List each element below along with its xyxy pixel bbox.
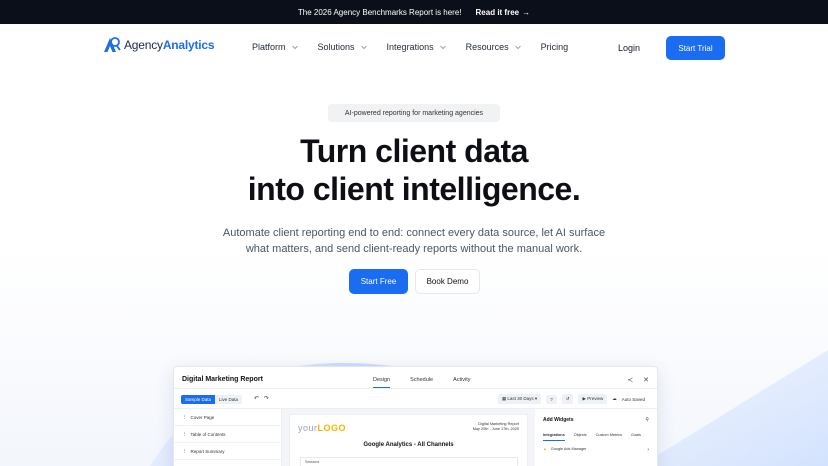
nav-item-integrations[interactable]: Integrations bbox=[387, 42, 448, 52]
google-ads-icon: ▲ bbox=[543, 447, 547, 451]
hero-subheading-line1: Automate client reporting end to end: co… bbox=[222, 227, 606, 239]
report-section-title: Google Analytics - All Channels bbox=[363, 442, 454, 448]
nav-item-label: Resources bbox=[465, 42, 509, 52]
sidebar-item-table-of-contents[interactable]: ⋮ Table of Contents bbox=[174, 426, 281, 443]
calendar-icon: ▦ bbox=[501, 396, 507, 401]
sample-data-toggle[interactable]: Sample Data bbox=[181, 395, 216, 404]
cloud-icon: ☁ bbox=[612, 396, 617, 401]
report-page: yourLOGO Digital Marketing Report May 20… bbox=[289, 414, 528, 466]
report-meta-dates: May 20th - June 17th, 2025 bbox=[472, 427, 519, 431]
nav-item-platform[interactable]: Platform bbox=[252, 42, 300, 52]
drag-handle-icon: ⋮ bbox=[182, 448, 187, 453]
close-icon[interactable]: ✕ bbox=[643, 376, 649, 384]
nav-item-label: Pricing bbox=[540, 42, 569, 52]
drag-handle-icon: ⋮ bbox=[182, 431, 187, 436]
search-icon[interactable]: ⚲ bbox=[645, 417, 649, 423]
nav-item-label: Integrations bbox=[386, 42, 434, 52]
editor-topbar: Digital Marketing Report Design Schedule… bbox=[174, 367, 657, 389]
tab-integrations[interactable]: Integrations bbox=[543, 433, 565, 441]
report-canvas: yourLOGO Digital Marketing Report May 20… bbox=[282, 409, 535, 466]
sidebar-item-report-summary[interactable]: ⋮ Report Summary bbox=[174, 443, 281, 460]
report-editor-preview: Digital Marketing Report Design Schedule… bbox=[173, 366, 658, 466]
brand-logo[interactable]: AgencyAnalytics bbox=[103, 37, 215, 53]
widget-tabs: Integrations Objects Custom Metrics Goal… bbox=[543, 433, 641, 441]
undo-redo: ↶ ↷ bbox=[254, 395, 269, 402]
sidebar-item-label: Report Summary bbox=[190, 448, 225, 454]
nav-item-solutions[interactable]: Solutions bbox=[318, 42, 369, 52]
sidebar-item-label: Table of Contents bbox=[190, 431, 226, 437]
nav-item-label: Solutions bbox=[317, 42, 355, 52]
help-icon[interactable]: ? bbox=[546, 394, 557, 404]
drag-handle-icon: ⋮ bbox=[182, 414, 187, 419]
report-logo-text: your bbox=[298, 423, 318, 433]
chevron-down-icon bbox=[291, 45, 298, 50]
preview-button[interactable]: ▶ Preview bbox=[578, 394, 608, 404]
announcement-bar: The 2026 Agency Benchmarks Report is her… bbox=[0, 0, 828, 24]
toolbar-right: ▦ Last 30 Days ▾ ? ↺ ▶ Preview ☁ Auto Sa… bbox=[497, 394, 645, 404]
report-meta: Digital Marketing Report May 20th - June… bbox=[473, 422, 519, 432]
autosave-status: Auto Saved bbox=[621, 396, 645, 402]
nav-item-label: Platform bbox=[252, 42, 286, 52]
history-icon[interactable]: ↺ bbox=[561, 394, 574, 404]
widget-item-label: Google Ads Manager bbox=[550, 447, 587, 451]
nav-item-resources[interactable]: Resources bbox=[466, 42, 523, 52]
tab-schedule[interactable]: Schedule bbox=[410, 377, 433, 388]
add-widgets-panel: Add Widgets ⚲ Integrations Objects Custo… bbox=[535, 409, 657, 466]
editor-toolbar: Sample Data Live Data ↶ ↷ ▦ Last 30 Days… bbox=[174, 389, 657, 409]
editor-top-icons: ≺ ✕ bbox=[627, 376, 649, 384]
chevron-down-icon bbox=[360, 45, 367, 50]
book-demo-button[interactable]: Book Demo bbox=[415, 269, 480, 294]
brand-wordmark: AgencyAnalytics bbox=[124, 38, 215, 52]
report-logo: yourLOGO bbox=[298, 423, 346, 433]
preview-label: Preview bbox=[587, 396, 604, 401]
data-toggle: Sample Data Live Data bbox=[181, 395, 243, 404]
tab-custom-metrics[interactable]: Custom Metrics bbox=[596, 433, 622, 441]
hero-tagline-pill: AI-powered reporting for marketing agenc… bbox=[328, 104, 500, 122]
sessions-widget[interactable]: Sessions bbox=[300, 457, 518, 466]
tab-activity[interactable]: Activity bbox=[453, 377, 470, 388]
live-data-toggle[interactable]: Live Data bbox=[215, 395, 243, 404]
chevron-down-icon bbox=[514, 45, 521, 50]
tab-objects[interactable]: Objects bbox=[574, 433, 587, 441]
arrow-right-icon: → bbox=[522, 7, 531, 17]
undo-icon[interactable]: ↶ bbox=[254, 395, 259, 402]
nav-item-pricing[interactable]: Pricing bbox=[541, 42, 569, 52]
nav-menu: Platform Solutions Integrations Resource… bbox=[252, 42, 586, 52]
announcement-link[interactable]: Read it free → bbox=[476, 8, 531, 17]
brand-name-part2: Analytics bbox=[162, 38, 215, 52]
date-range-label: Last 30 Days bbox=[507, 396, 534, 401]
sessions-label: Sessions bbox=[305, 460, 320, 464]
hero-headline-line2: into client intelligence. bbox=[247, 171, 581, 207]
add-widgets-title: Add Widgets bbox=[543, 417, 574, 423]
hero-subheading: Automate client reporting end to end: co… bbox=[214, 225, 614, 257]
sidebar-item-label: Cover Page bbox=[190, 414, 215, 420]
report-title: Digital Marketing Report bbox=[182, 376, 263, 383]
date-range-select[interactable]: ▦ Last 30 Days ▾ bbox=[497, 394, 542, 404]
chevron-down-icon bbox=[439, 45, 446, 50]
report-logo-accent: LOGO bbox=[317, 423, 347, 433]
widget-item-google-ads[interactable]: ▲ Google Ads Manager bbox=[543, 447, 586, 451]
announcement-text: The 2026 Agency Benchmarks Report is her… bbox=[297, 7, 462, 17]
hero-subheading-line2: what matters, and send client-ready repo… bbox=[245, 243, 583, 255]
main-navigation: AgencyAnalytics Platform Solutions Integ… bbox=[0, 24, 828, 72]
share-icon[interactable]: ≺ bbox=[627, 376, 633, 384]
start-trial-button[interactable]: Start Trial bbox=[666, 36, 725, 60]
tab-goals[interactable]: Goals bbox=[631, 433, 641, 441]
brand-name-part1: Agency bbox=[124, 38, 163, 52]
login-link[interactable]: Login bbox=[618, 43, 640, 53]
report-pages-sidebar: ⋮ Cover Page ⋮ Table of Contents ⋮ Report S… bbox=[174, 409, 282, 466]
tab-design[interactable]: Design bbox=[373, 377, 391, 388]
announcement-link-label: Read it free bbox=[475, 7, 520, 17]
chevron-right-icon: › bbox=[647, 447, 649, 453]
start-free-button[interactable]: Start Free bbox=[349, 269, 408, 294]
editor-tabs: Design Schedule Activity bbox=[373, 377, 470, 388]
redo-icon[interactable]: ↷ bbox=[264, 395, 269, 402]
hero-headline: Turn client data into client intelligenc… bbox=[0, 132, 828, 208]
agency-analytics-logo-icon bbox=[104, 37, 121, 52]
hero-headline-line1: Turn client data bbox=[300, 133, 528, 169]
sidebar-item-cover-page[interactable]: ⋮ Cover Page bbox=[174, 409, 281, 426]
